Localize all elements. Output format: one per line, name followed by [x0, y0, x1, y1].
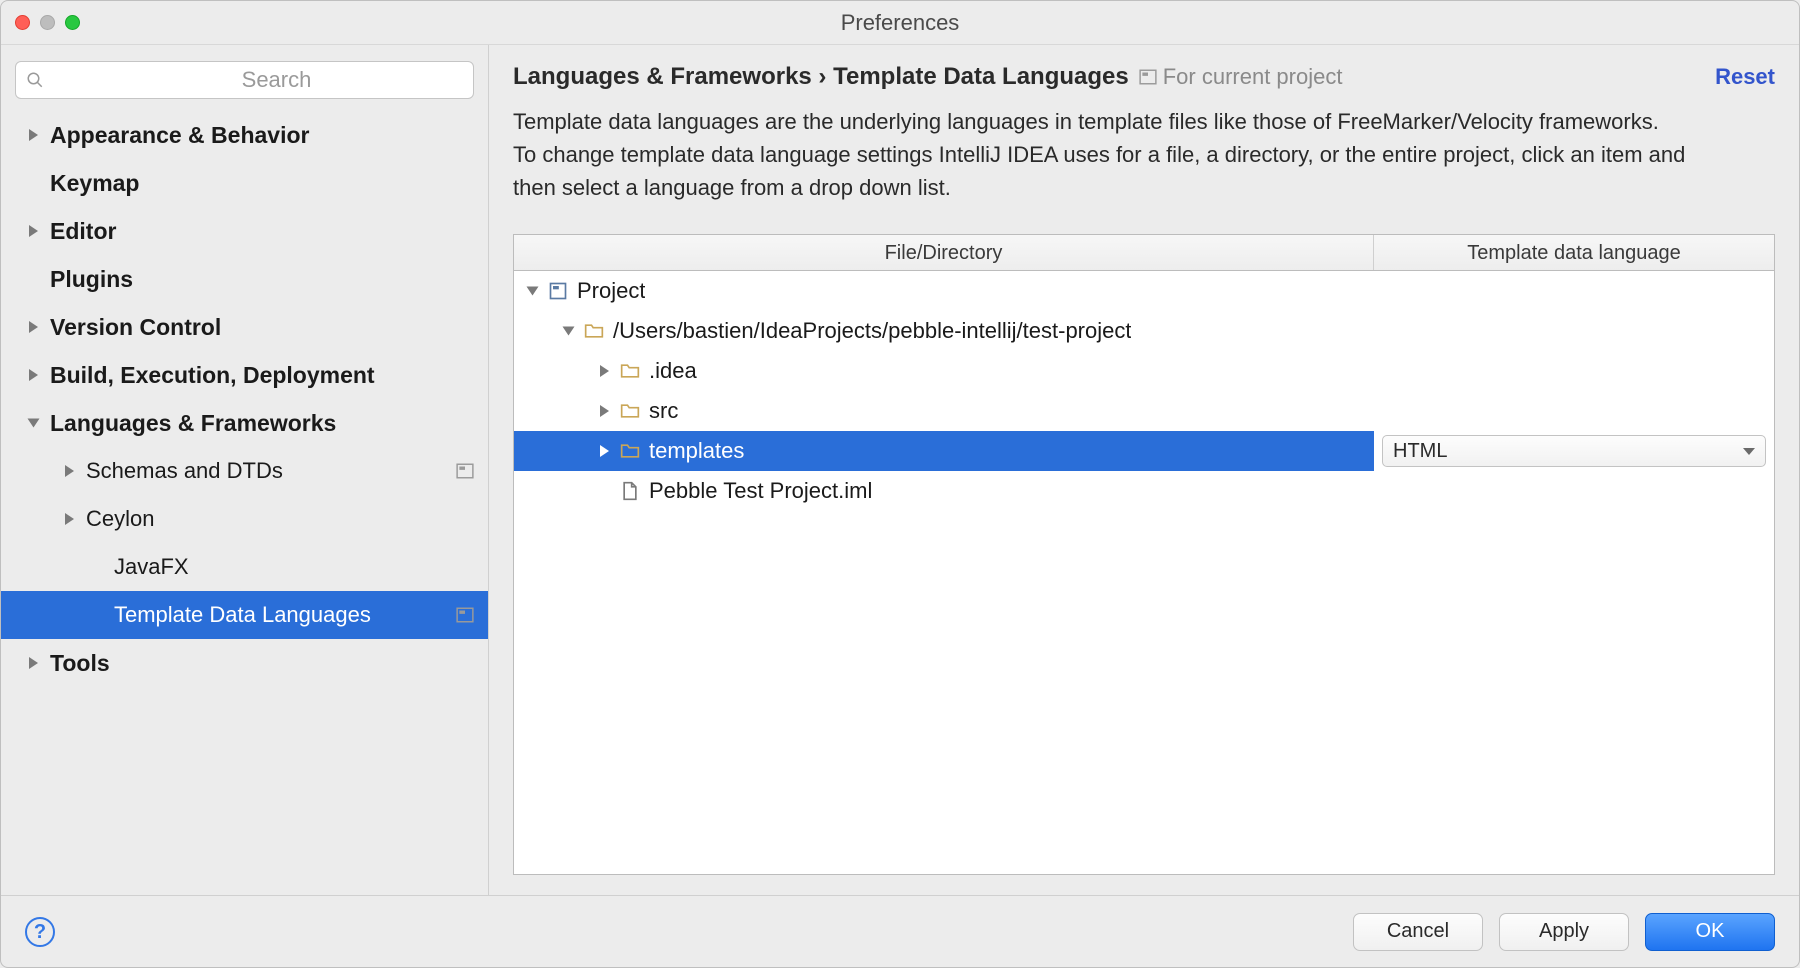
sidebar-item-build-execution-deployment[interactable]: Build, Execution, Deployment: [1, 351, 488, 399]
table-row[interactable]: Project: [514, 271, 1774, 311]
sidebar-item-label: Template Data Languages: [114, 602, 456, 628]
sidebar-item-javafx[interactable]: JavaFX: [1, 543, 488, 591]
minimize-icon[interactable]: [40, 15, 55, 30]
breadcrumb-parent: Languages & Frameworks: [513, 63, 812, 90]
sidebar-item-label: JavaFX: [114, 554, 474, 580]
sidebar-item-label: Build, Execution, Deployment: [50, 362, 474, 389]
table-body: Project/Users/bastien/IdeaProjects/pebbl…: [514, 271, 1774, 874]
chevron-right-icon[interactable]: [65, 465, 74, 477]
file-language-table: File/Directory Template data language Pr…: [513, 234, 1775, 875]
sidebar-item-label: Tools: [50, 650, 474, 677]
traffic-lights: [1, 15, 80, 30]
sidebar-item-label: Appearance & Behavior: [50, 122, 474, 149]
file-label: .idea: [649, 358, 697, 384]
file-label: src: [649, 398, 678, 424]
file-label: Pebble Test Project.iml: [649, 478, 872, 504]
description-text: Template data languages are the underlyi…: [513, 105, 1713, 204]
sidebar-item-plugins[interactable]: Plugins: [1, 255, 488, 303]
project-scope-icon: [456, 606, 474, 624]
apply-button[interactable]: Apply: [1499, 913, 1629, 951]
sidebar-item-label: Schemas and DTDs: [86, 458, 456, 484]
sidebar-item-version-control[interactable]: Version Control: [1, 303, 488, 351]
breadcrumb: Languages & Frameworks › Template Data L…: [513, 63, 1129, 91]
chevron-down-icon[interactable]: [563, 327, 575, 336]
chevron-right-icon[interactable]: [600, 405, 609, 417]
chevron-down-icon: [1743, 448, 1755, 455]
col-template-language: Template data language: [1374, 235, 1774, 270]
file-label: templates: [649, 438, 744, 464]
breadcrumb-current: Template Data Languages: [833, 63, 1129, 90]
folder-icon: [619, 401, 641, 421]
main-header: Languages & Frameworks › Template Data L…: [513, 63, 1775, 91]
sidebar-item-label: Plugins: [50, 266, 474, 293]
maximize-icon[interactable]: [65, 15, 80, 30]
sidebar-item-label: Version Control: [50, 314, 474, 341]
chevron-right-icon[interactable]: [29, 321, 38, 333]
sidebar-item-schemas-and-dtds[interactable]: Schemas and DTDs: [1, 447, 488, 495]
chevron-right-icon[interactable]: [29, 225, 38, 237]
preferences-window: Preferences Appearance & Behavior Keymap E…: [0, 0, 1800, 968]
table-row[interactable]: .idea: [514, 351, 1774, 391]
language-dropdown[interactable]: HTML: [1382, 435, 1766, 467]
sidebar-item-keymap[interactable]: Keymap: [1, 159, 488, 207]
main-panel: Languages & Frameworks › Template Data L…: [489, 45, 1799, 895]
help-button[interactable]: ?: [25, 917, 55, 947]
sidebar-item-label: Editor: [50, 218, 474, 245]
project-scope-icon: [1139, 68, 1157, 86]
footer: ? Cancel Apply OK: [1, 895, 1799, 967]
folder-icon: [583, 321, 605, 341]
titlebar: Preferences: [1, 1, 1799, 45]
sidebar-item-editor[interactable]: Editor: [1, 207, 488, 255]
table-row[interactable]: templates HTML: [514, 431, 1774, 471]
file-label: Project: [577, 278, 645, 304]
search-input[interactable]: [90, 67, 463, 93]
sidebar-item-label: Keymap: [50, 170, 474, 197]
sidebar-item-languages-frameworks[interactable]: Languages & Frameworks: [1, 399, 488, 447]
table-row[interactable]: Pebble Test Project.iml: [514, 471, 1774, 511]
cancel-button[interactable]: Cancel: [1353, 913, 1483, 951]
file-icon: [619, 481, 641, 501]
table-row[interactable]: /Users/bastien/IdeaProjects/pebble-intel…: [514, 311, 1774, 351]
language-value: HTML: [1393, 440, 1447, 463]
chevron-right-icon[interactable]: [65, 513, 74, 525]
sidebar-item-label: Languages & Frameworks: [50, 410, 474, 437]
sidebar-item-template-data-languages[interactable]: Template Data Languages: [1, 591, 488, 639]
sidebar-item-ceylon[interactable]: Ceylon: [1, 495, 488, 543]
reset-link[interactable]: Reset: [1715, 64, 1775, 90]
project-scope-icon: [456, 462, 474, 480]
close-icon[interactable]: [15, 15, 30, 30]
ok-button[interactable]: OK: [1645, 913, 1775, 951]
col-file-directory: File/Directory: [514, 235, 1374, 270]
search-field[interactable]: [15, 61, 474, 99]
chevron-down-icon[interactable]: [527, 287, 539, 296]
folder-icon: [619, 361, 641, 381]
sidebar-item-appearance-behavior[interactable]: Appearance & Behavior: [1, 111, 488, 159]
folder-icon: [619, 441, 641, 461]
sidebar-item-tools[interactable]: Tools: [1, 639, 488, 687]
sidebar: Appearance & Behavior Keymap Editor Plugins…: [1, 45, 489, 895]
chevron-right-icon[interactable]: [29, 129, 38, 141]
chevron-right-icon[interactable]: [600, 365, 609, 377]
project-icon: [547, 281, 569, 301]
settings-tree: Appearance & Behavior Keymap Editor Plugins…: [1, 111, 488, 895]
chevron-right-icon[interactable]: [29, 369, 38, 381]
chevron-right-icon[interactable]: [29, 657, 38, 669]
window-title: Preferences: [1, 10, 1799, 36]
sidebar-item-label: Ceylon: [86, 506, 474, 532]
search-icon: [26, 71, 44, 89]
table-row[interactable]: src: [514, 391, 1774, 431]
chevron-down-icon[interactable]: [28, 419, 40, 428]
scope-label: For current project: [1139, 64, 1343, 90]
file-label: /Users/bastien/IdeaProjects/pebble-intel…: [613, 318, 1131, 344]
table-header: File/Directory Template data language: [514, 235, 1774, 271]
chevron-right-icon[interactable]: [600, 445, 609, 457]
